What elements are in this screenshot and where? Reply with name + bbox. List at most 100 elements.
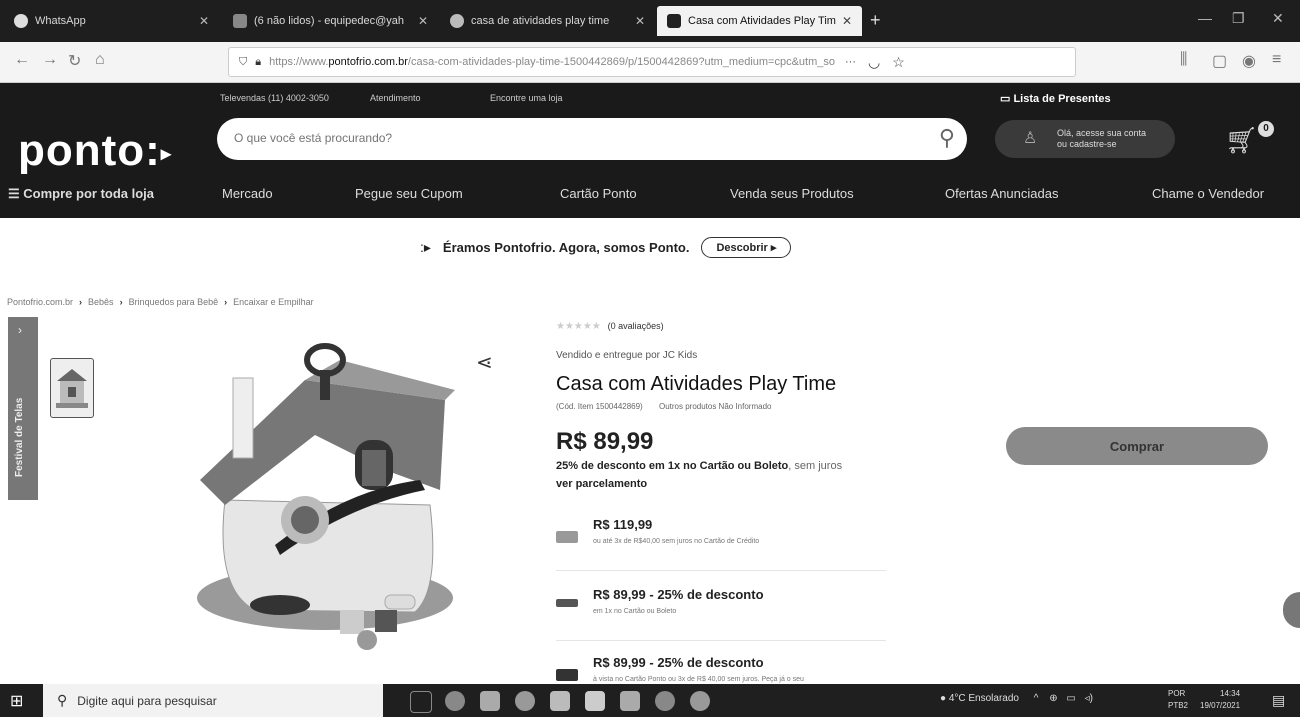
- new-tab-plus-icon[interactable]: +: [870, 10, 881, 31]
- menu-compre-toda-loja[interactable]: ☰ Compre por toda loja: [8, 186, 154, 202]
- option-subtitle: em 1x no Cartão ou Boleto: [593, 608, 677, 615]
- volume-icon[interactable]: ◃): [1085, 693, 1093, 704]
- reload-icon[interactable]: ↻: [68, 51, 81, 71]
- photos-icon[interactable]: [585, 691, 605, 711]
- category-venda-produtos[interactable]: Venda seus Produtos: [730, 186, 854, 201]
- banner-text: Éramos Pontofrio. Agora, somos Ponto.: [442, 239, 690, 255]
- parcelamento-link[interactable]: ver parcelamento: [556, 478, 647, 490]
- divider: [556, 570, 886, 571]
- forward-arrow-icon[interactable]: →: [42, 51, 58, 69]
- close-icon[interactable]: ✕: [842, 14, 852, 28]
- ponto-icon: [667, 14, 681, 28]
- browser-tab-bar: WhatsApp ✕ (6 não lidos) - equipedec@yah…: [0, 0, 1300, 42]
- taskbar-clock[interactable]: 14:34 19/07/2021: [1200, 688, 1240, 712]
- bookmark-star-icon[interactable]: ☆: [892, 54, 905, 71]
- notifications-icon[interactable]: ▤: [1272, 692, 1285, 709]
- edge-icon[interactable]: [515, 691, 535, 711]
- option-subtitle: ou até 3x de R$40,00 sem juros no Cartão…: [593, 538, 760, 545]
- tab-mail[interactable]: (6 não lidos) - equipedec@yah ✕: [223, 6, 438, 36]
- minimize-icon[interactable]: —: [1198, 10, 1212, 26]
- ponto-dots-icon: :▸: [420, 238, 431, 255]
- chrome-icon[interactable]: [655, 691, 675, 711]
- file-explorer-icon[interactable]: [550, 691, 570, 711]
- browser-nav-bar: ← → ↻ ⌂ ⛉ 🔒︎ https://www. pontofrio.com.…: [0, 42, 1300, 83]
- search-icon: ⚲: [57, 692, 68, 708]
- tab-label: WhatsApp: [35, 15, 86, 27]
- display-icon[interactable]: ▭: [1066, 693, 1075, 704]
- atendimento-link[interactable]: Atendimento: [370, 93, 421, 103]
- lista-presentes-link[interactable]: ▭ Lista de Presentes: [1000, 92, 1111, 105]
- buy-button[interactable]: Comprar: [1006, 427, 1268, 465]
- tab-label: (6 não lidos) - equipedec@yah: [254, 15, 404, 27]
- taskbar-search[interactable]: ⚲ Digite aqui para pesquisar: [43, 684, 383, 717]
- back-arrow-icon[interactable]: ←: [14, 51, 30, 69]
- breadcrumb-item[interactable]: Encaixar e Empilhar: [233, 297, 314, 307]
- windows-taskbar: ⊞ ⚲ Digite aqui para pesquisar ● 4°C Ens…: [0, 684, 1300, 717]
- festival-side-tab[interactable]: › Festival de Telas: [8, 317, 38, 500]
- chevron-right-icon: ›: [119, 297, 123, 307]
- category-ofertas-anunciadas[interactable]: Ofertas Anunciadas: [945, 186, 1058, 201]
- maximize-icon[interactable]: ❐: [1232, 10, 1245, 27]
- tab-google-search[interactable]: casa de atividades play time ✕: [440, 6, 655, 36]
- site-search-bar: ⚲: [217, 118, 967, 160]
- category-pegue-cupom[interactable]: Pegue seu Cupom: [355, 186, 463, 201]
- payment-option[interactable]: R$ 119,99 ou até 3x de R$40,00 sem juros…: [556, 517, 886, 557]
- product-image[interactable]: [185, 340, 475, 660]
- home-icon[interactable]: ⌂: [95, 51, 105, 69]
- tab-whatsapp[interactable]: WhatsApp ✕: [4, 6, 219, 36]
- close-icon[interactable]: ✕: [635, 14, 645, 28]
- breadcrumb-item[interactable]: Bebês: [88, 297, 114, 307]
- search-icon[interactable]: ⚲: [939, 125, 955, 151]
- close-icon[interactable]: ✕: [418, 14, 428, 28]
- mail-icon[interactable]: [480, 691, 500, 711]
- chevron-right-icon: ›: [224, 297, 228, 307]
- account-icon[interactable]: ◉: [1242, 51, 1256, 71]
- category-cartao-ponto[interactable]: Cartão Ponto: [560, 186, 637, 201]
- product-title: Casa com Atividades Play Time: [556, 373, 837, 395]
- pocket-icon[interactable]: ◡: [868, 54, 880, 71]
- page-actions-icon[interactable]: ···: [845, 56, 856, 68]
- breadcrumb-item[interactable]: Pontofrio.com.br: [7, 297, 73, 307]
- discount-info: 25% de desconto em 1x no Cartão ou Bolet…: [556, 460, 842, 472]
- descobrir-button[interactable]: Descobrir ▸: [701, 236, 792, 258]
- share-icon[interactable]: ⋖: [476, 350, 493, 375]
- task-view-icon[interactable]: [410, 691, 432, 713]
- payment-option[interactable]: R$ 89,99 - 25% de desconto em 1x no Cart…: [556, 587, 886, 627]
- other-products-link[interactable]: Outros produtos Não Informado: [659, 402, 772, 411]
- cart-icon[interactable]: 🛒︎: [1225, 125, 1258, 156]
- televendas-link[interactable]: Televendas (11) 4002-3050: [220, 93, 329, 103]
- chat-assistant-icon[interactable]: [1283, 592, 1300, 628]
- firefox-icon[interactable]: [690, 691, 710, 711]
- breadcrumb-item[interactable]: Brinquedos para Bebê: [129, 297, 219, 307]
- hamburger-icon: ☰: [8, 186, 24, 201]
- windows-start-icon[interactable]: ⊞: [10, 691, 23, 711]
- option-title: R$ 89,99 - 25% de desconto: [593, 655, 764, 670]
- rating[interactable]: ★★★★★ (0 avaliações): [556, 321, 664, 332]
- house-toy-image: [197, 343, 455, 650]
- encontre-loja-link[interactable]: Encontre uma loja: [490, 93, 563, 103]
- site-logo[interactable]: ponto:▸: [18, 126, 172, 176]
- address-bar[interactable]: ⛉ 🔒︎ https://www. pontofrio.com.br /casa…: [228, 47, 1076, 77]
- close-icon[interactable]: ✕: [199, 14, 209, 28]
- site-search-input[interactable]: [232, 130, 916, 146]
- house-toy-thumbnail-icon: [56, 369, 88, 408]
- payment-option[interactable]: R$ 89,99 - 25% de desconto à vista no Ca…: [556, 655, 886, 683]
- tray-chevron-up-icon[interactable]: ^: [1034, 693, 1039, 704]
- word-icon[interactable]: [620, 691, 640, 711]
- weather-text[interactable]: 4°C Ensolarado: [949, 693, 1019, 704]
- account-button[interactable]: ♙ Olá, acesse sua conta ou cadastre-se: [995, 120, 1175, 158]
- category-mercado[interactable]: Mercado: [222, 186, 273, 201]
- star-rating-icon: ★★★★★: [556, 321, 601, 332]
- sidebar-icon[interactable]: ▢: [1212, 51, 1227, 71]
- product-thumbnail[interactable]: [50, 358, 94, 418]
- divider: [556, 640, 886, 641]
- menu-icon[interactable]: ≡: [1272, 51, 1281, 69]
- network-icon[interactable]: ⊕: [1049, 693, 1057, 704]
- window-close-icon[interactable]: ✕: [1272, 10, 1284, 27]
- tab-product-page[interactable]: Casa com Atividades Play Tim ✕: [657, 6, 862, 36]
- library-icon[interactable]: ⫼: [1180, 51, 1187, 69]
- opera-icon[interactable]: [445, 691, 465, 711]
- category-chame-vendedor[interactable]: Chame o Vendedor: [1152, 186, 1264, 201]
- url-prefix: https://www.: [269, 56, 329, 68]
- language-indicator[interactable]: POR PTB2: [1168, 688, 1188, 712]
